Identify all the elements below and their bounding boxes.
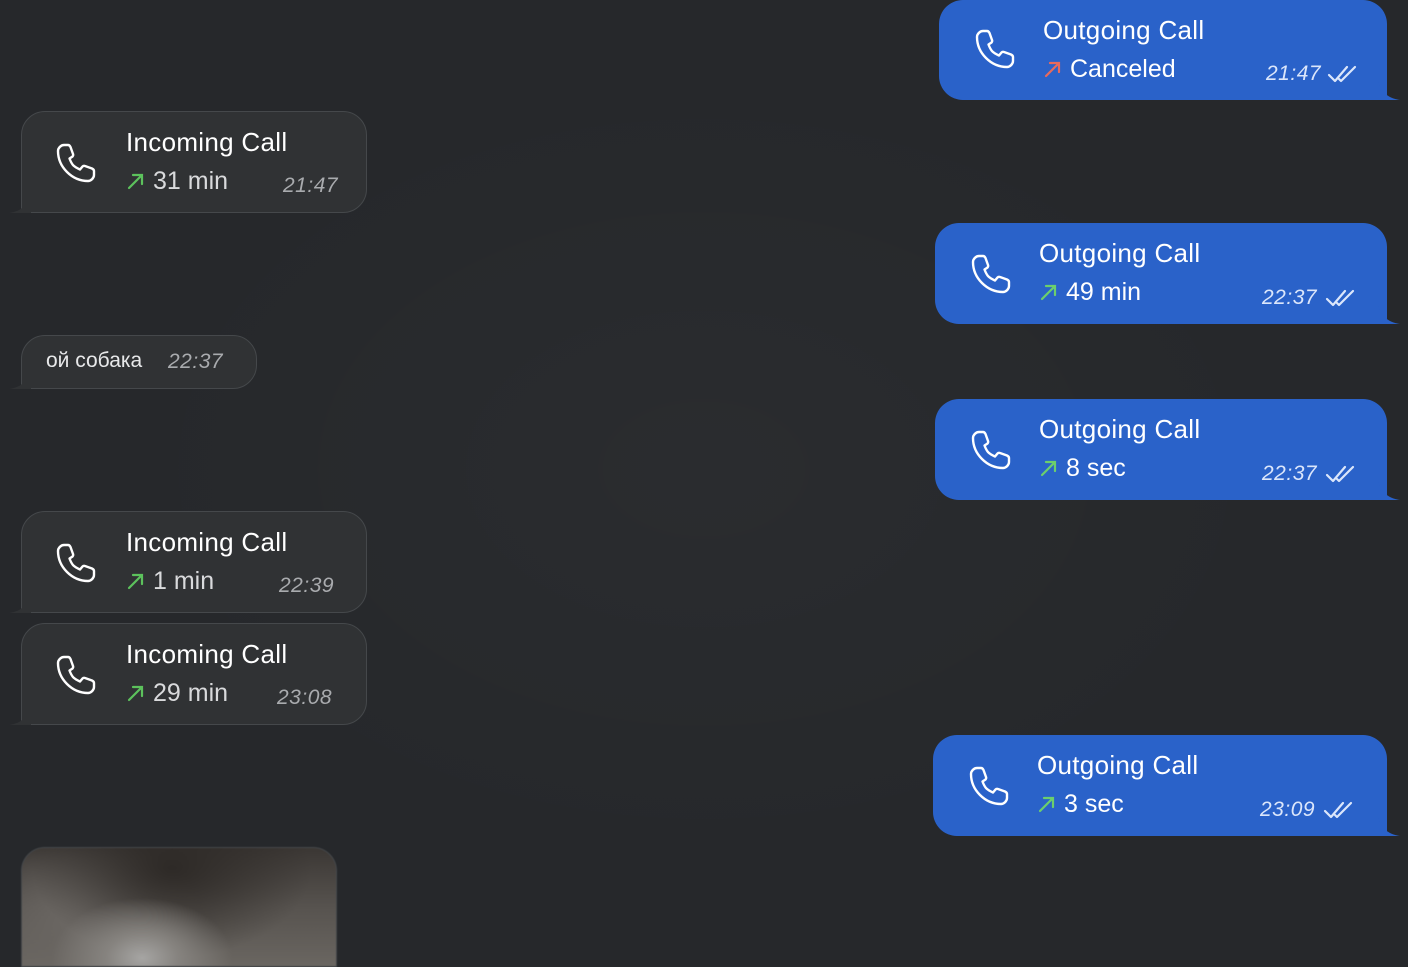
phone-icon xyxy=(56,543,96,583)
arrow-up-right-icon xyxy=(1040,284,1057,301)
message-time: 22:37 xyxy=(1262,286,1318,309)
call-status-label: 49 min xyxy=(1066,278,1142,306)
arrow-up-right-icon xyxy=(127,685,144,702)
message-time: 21:47 xyxy=(283,174,339,197)
call-status: 3 sec xyxy=(1037,788,1124,820)
message-time: 21:47 xyxy=(1266,62,1322,85)
call-title: Outgoing Call xyxy=(1039,238,1201,268)
phone-icon xyxy=(975,29,1015,69)
call-status-label: Canceled xyxy=(1070,55,1176,83)
outgoing-call-message[interactable]: Outgoing Call Canceled 21:47 xyxy=(939,0,1400,100)
call-status: Canceled xyxy=(1043,53,1176,85)
double-check-icon xyxy=(1325,465,1355,483)
chat-history[interactable]: Outgoing Call Canceled 21:47 Incoming Ca… xyxy=(0,0,1408,967)
call-title: Incoming Call xyxy=(126,527,288,557)
bubble-tail xyxy=(1378,304,1400,324)
call-title: Incoming Call xyxy=(126,639,288,669)
call-title: Outgoing Call xyxy=(1043,15,1205,45)
arrow-up-right-icon xyxy=(127,573,144,590)
outgoing-call-message[interactable]: Outgoing Call 3 sec 23:09 xyxy=(933,735,1400,836)
call-title: Outgoing Call xyxy=(1037,750,1199,780)
bubble-tail xyxy=(1378,80,1400,100)
phone-icon xyxy=(971,254,1011,294)
bubble-tail xyxy=(9,369,31,389)
bubble-tail xyxy=(9,193,31,213)
call-status-label: 1 min xyxy=(153,567,215,595)
call-status: 31 min xyxy=(126,165,228,197)
incoming-call-message[interactable]: Incoming Call 29 min 23:08 xyxy=(9,623,367,725)
arrow-up-right-icon xyxy=(1038,796,1055,813)
call-title: Incoming Call xyxy=(126,127,288,157)
call-status: 8 sec xyxy=(1039,452,1126,484)
outgoing-call-message[interactable]: Outgoing Call 49 min 22:37 xyxy=(935,223,1400,324)
bubble-tail xyxy=(9,593,31,613)
incoming-call-message[interactable]: Incoming Call 1 min 22:39 xyxy=(9,511,367,613)
message-time: 22:37 xyxy=(168,350,224,373)
message-time: 23:09 xyxy=(1260,798,1316,821)
arrow-up-right-icon xyxy=(1040,460,1057,477)
double-check-icon xyxy=(1323,801,1353,819)
double-check-icon xyxy=(1327,65,1357,83)
message-time: 22:37 xyxy=(1262,462,1318,485)
call-title: Outgoing Call xyxy=(1039,414,1201,444)
call-status-label: 3 sec xyxy=(1064,790,1124,818)
double-check-icon xyxy=(1325,289,1355,307)
text-message[interactable]: ой собака 22:37 xyxy=(9,335,257,389)
message-time: 23:08 xyxy=(277,686,333,709)
phone-icon xyxy=(56,143,96,183)
bubble-tail xyxy=(1378,480,1400,500)
outgoing-call-message[interactable]: Outgoing Call 8 sec 22:37 xyxy=(935,399,1400,500)
message-time: 22:39 xyxy=(279,574,335,597)
phone-icon xyxy=(971,430,1011,470)
phone-icon xyxy=(56,655,96,695)
bubble-tail xyxy=(1378,816,1400,836)
incoming-call-message[interactable]: Incoming Call 31 min 21:47 xyxy=(9,111,367,213)
call-status: 29 min xyxy=(126,677,228,709)
call-status: 49 min xyxy=(1039,276,1141,308)
arrow-up-right-icon xyxy=(1044,61,1061,78)
arrow-up-right-icon xyxy=(127,173,144,190)
phone-icon xyxy=(969,766,1009,806)
message-text: ой собака xyxy=(46,349,143,372)
call-status-label: 31 min xyxy=(153,167,229,195)
call-status-label: 8 sec xyxy=(1066,454,1126,482)
photo-message[interactable] xyxy=(21,847,337,967)
call-status-label: 29 min xyxy=(153,679,229,707)
bubble-tail xyxy=(9,705,31,725)
call-status: 1 min xyxy=(126,565,214,597)
